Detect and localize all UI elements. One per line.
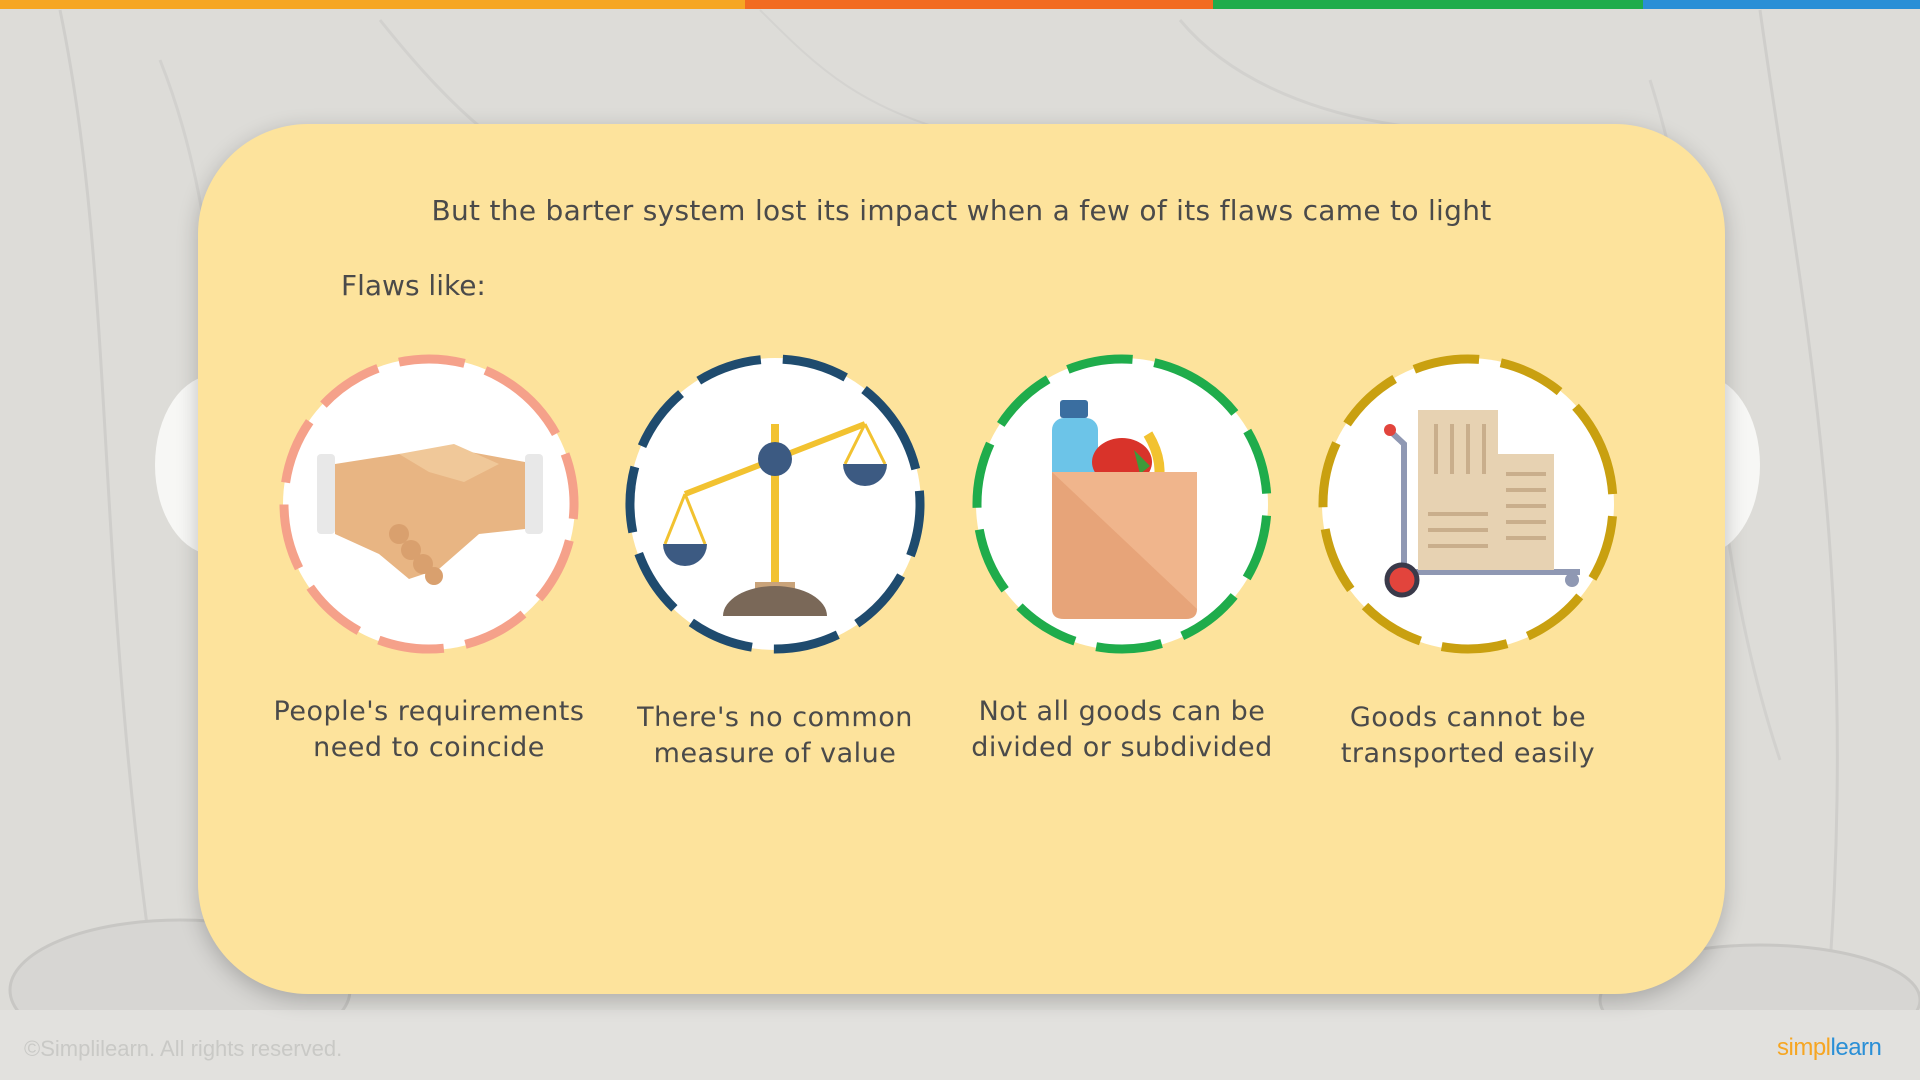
balance-scale-icon [625, 354, 925, 654]
simplilearn-logo: simpllearn [1777, 1034, 1882, 1062]
flaw-label: Goods cannot be transported easily [1340, 702, 1596, 769]
handshake-icon [279, 354, 579, 654]
copyright-notice: ©Simplilearn. All rights reserved. [24, 1036, 343, 1061]
logo-part-simpl: simpl [1777, 1034, 1831, 1061]
flaws-label: Flaws like: [341, 269, 486, 302]
slide-card: But the barter system lost its impact wh… [198, 124, 1725, 994]
flaw-label: Not all goods can be divided or subdivid… [971, 696, 1273, 763]
flaw-label: People's requirements need to coincide [273, 696, 585, 763]
slide-headline: But the barter system lost its impact wh… [431, 194, 1492, 227]
flaw-label: There's no common measure of value [637, 702, 913, 769]
progress-stripe [0, 0, 1920, 9]
logo-part-learn: learn [1830, 1034, 1882, 1061]
hand-truck-icon [1318, 354, 1618, 654]
grocery-bag-icon [972, 354, 1272, 654]
